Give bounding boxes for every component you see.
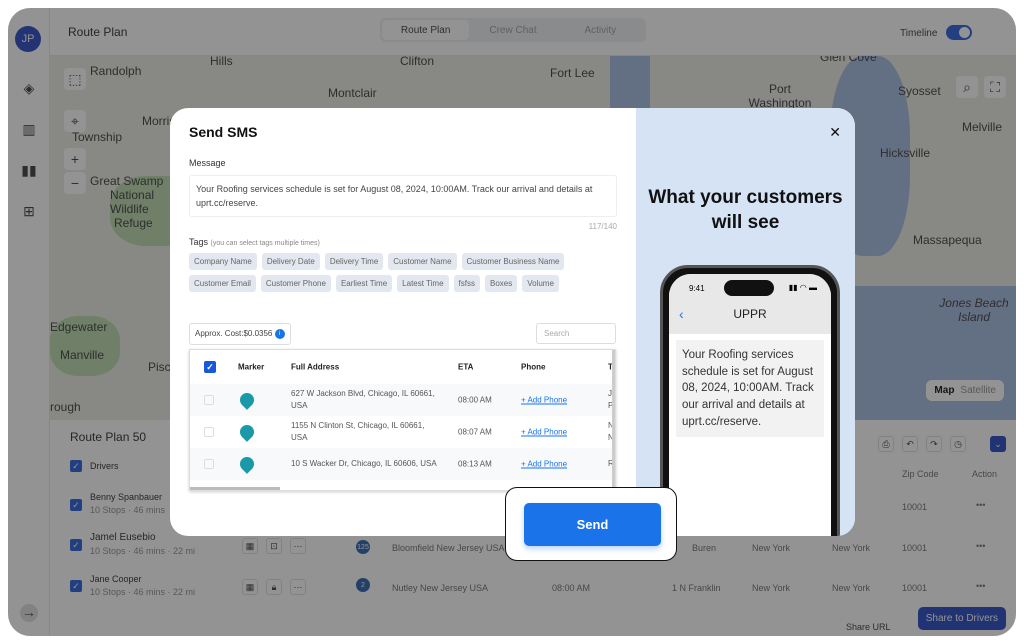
add-phone-link[interactable]: + Add Phone (521, 396, 567, 405)
approx-cost: Approx. Cost:$0.0356 i (189, 323, 291, 345)
row-checkbox[interactable] (204, 395, 214, 405)
tag-chip[interactable]: Company Name (189, 253, 257, 270)
marker-pin-icon (237, 422, 257, 442)
tag-chip[interactable]: Volume (522, 275, 559, 292)
cell-address: 627 W Jackson Blvd, Chicago, IL 60661, U… (291, 389, 435, 410)
tag-chip[interactable]: Earliest Time (335, 275, 393, 292)
tag-chip[interactable]: Customer Email (189, 275, 256, 292)
column-header: Full Address (291, 362, 340, 372)
cell-address: 10 S Wacker Dr, Chicago, IL 60606, USA (291, 459, 437, 468)
phone-mockup: 9:41 ▮▮ ◠ ▬ ‹ UPPR Your Roofing services… (660, 265, 840, 536)
preview-panel: ✕ What your customers will see 9:41 ▮▮ ◠… (636, 108, 855, 536)
phone-time: 9:41 (689, 284, 705, 293)
add-phone-link[interactable]: + Add Phone (521, 428, 567, 437)
table-row[interactable]: 627 W Jackson Blvd, Chicago, IL 60661, U… (190, 384, 615, 416)
table-row[interactable]: 10 S Wacker Dr, Chicago, IL 60606, USA 08… (190, 448, 615, 480)
close-icon[interactable]: ✕ (829, 124, 841, 141)
column-header: Phone (521, 362, 546, 372)
cell-address: 1155 N Clinton St, Chicago, IL 60661, US… (291, 421, 425, 442)
column-header: ETA (458, 362, 474, 372)
tag-chip[interactable]: fsfss (453, 275, 480, 292)
cell-eta: 08:00 AM (458, 395, 492, 405)
signal-icon: ▮▮ ◠ ▬ (788, 283, 817, 292)
marker-pin-icon (237, 454, 257, 474)
tag-chip[interactable]: Delivery Time (324, 253, 384, 270)
send-sms-dialog: Send SMS Message Your Roofing services s… (170, 108, 855, 536)
recipients-table: ✓ Marker Full Address ETA Phone T 627 W … (189, 349, 616, 491)
tag-chip[interactable]: Latest Time (397, 275, 449, 292)
horizontal-scrollbar[interactable] (190, 487, 280, 490)
tag-chip[interactable]: Customer Business Name (461, 253, 565, 270)
tags-hint: (you can select tags multiple times) (210, 240, 320, 247)
tags-label: Tags (189, 237, 209, 247)
preview-title: What your customers will see (648, 187, 843, 233)
dialog-title: Send SMS (189, 124, 258, 140)
tag-chip[interactable]: Customer Phone (260, 275, 331, 292)
cell-eta: 08:13 AM (458, 459, 492, 469)
row-checkbox[interactable] (204, 427, 214, 437)
message-label: Message (189, 158, 226, 168)
select-all-checkbox[interactable]: ✓ (204, 361, 216, 373)
info-icon[interactable]: i (274, 329, 285, 339)
tag-chip[interactable]: Customer Name (388, 253, 457, 270)
sms-preview-bubble: Your Roofing services schedule is set fo… (676, 340, 824, 438)
send-highlight: Send (505, 487, 677, 561)
search-input[interactable]: Search (536, 323, 616, 344)
cell-eta: 08:07 AM (458, 427, 492, 437)
marker-pin-icon (237, 390, 257, 410)
tag-list: Company Name Delivery Date Delivery Time Cu… (189, 253, 589, 292)
vertical-scrollbar[interactable] (612, 350, 615, 490)
phone-contact: UPPR (733, 307, 767, 321)
tag-chip[interactable]: Delivery Date (261, 253, 320, 270)
tag-chip[interactable]: Boxes (484, 275, 518, 292)
column-header: Marker (238, 362, 265, 372)
send-button[interactable]: Send (524, 503, 661, 546)
row-checkbox[interactable] (204, 459, 214, 469)
add-phone-link[interactable]: + Add Phone (521, 460, 567, 469)
table-row[interactable]: 1155 N Clinton St, Chicago, IL 60661, US… (190, 416, 615, 448)
character-count: 117/140 (588, 222, 617, 231)
message-textarea[interactable]: Your Roofing services schedule is set fo… (189, 175, 617, 217)
